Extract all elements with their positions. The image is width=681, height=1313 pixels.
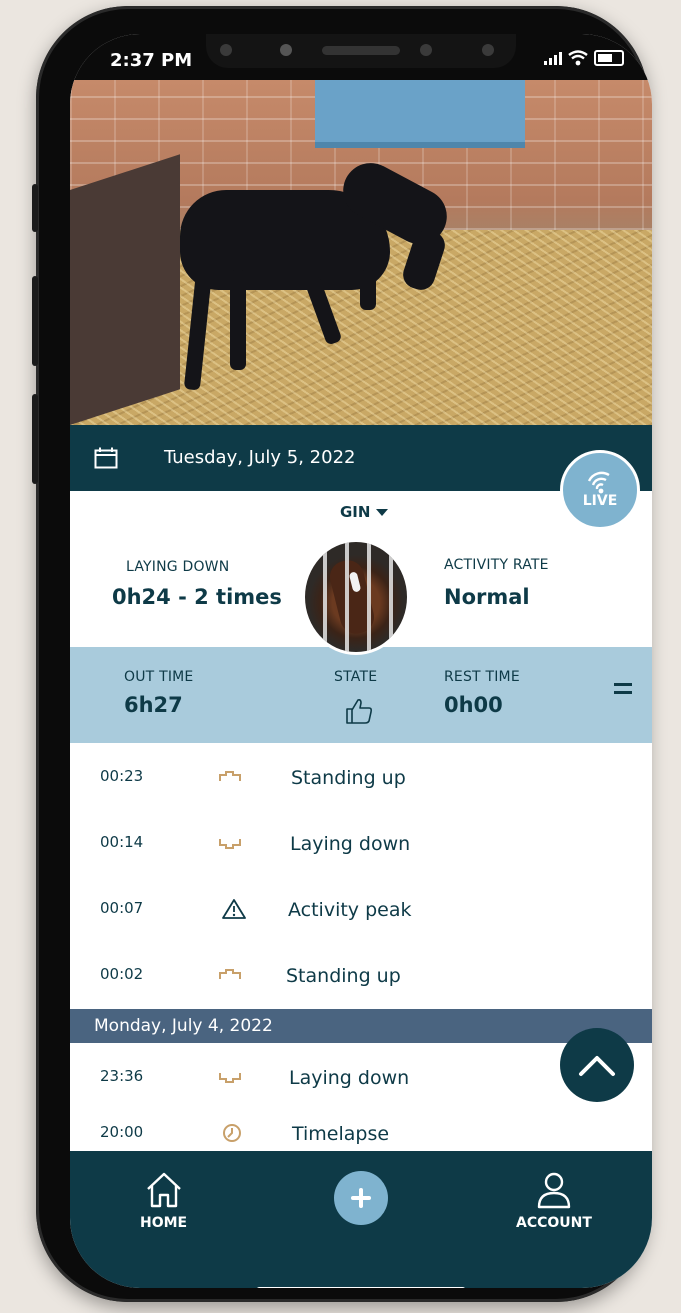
nav-account-label: ACCOUNT [516, 1215, 592, 1231]
event-time: 20:00 [100, 1123, 144, 1141]
event-label: Standing up [286, 965, 401, 987]
event-row[interactable]: 00:07 Activity peak [70, 875, 652, 941]
sensor-dot [220, 44, 232, 56]
stable-camera-feed[interactable] [70, 80, 652, 425]
activity-rate-label: ACTIVITY RATE [444, 557, 549, 573]
notch [206, 34, 516, 68]
speaker-grille [322, 46, 400, 55]
home-indicator[interactable] [256, 1287, 466, 1288]
out-time-value: 6h27 [124, 693, 183, 717]
volume-up-button [32, 276, 38, 366]
live-button[interactable]: LIVE [560, 450, 640, 530]
status-bar: 2:37 PM [70, 34, 652, 80]
stall-divider [70, 154, 180, 425]
live-label: LIVE [582, 493, 618, 509]
event-label: Standing up [291, 767, 406, 789]
laying-down-icon [219, 1073, 241, 1083]
laying-down-label: LAYING DOWN [126, 559, 230, 575]
plus-icon [351, 1188, 371, 1208]
status-time: 2:37 PM [110, 50, 193, 71]
event-row[interactable]: 00:23 Standing up [70, 743, 652, 809]
day-header: Monday, July 4, 2022 [70, 1009, 652, 1043]
nav-home-label: HOME [140, 1215, 188, 1231]
event-label: Laying down [289, 1067, 410, 1089]
out-time-label: OUT TIME [124, 669, 194, 685]
bottom-navigation: HOME ACCOUNT [70, 1151, 652, 1288]
caret-down-icon [376, 509, 389, 516]
event-label: Laying down [290, 833, 411, 855]
standing-up-icon [219, 969, 241, 979]
event-label: Activity peak [288, 899, 412, 921]
event-time: 00:14 [100, 833, 144, 851]
stats-band: OUT TIME 6h27 STATE REST TIME 0h00 [70, 647, 652, 743]
standing-up-icon [219, 771, 241, 781]
horse-selector[interactable]: GIN [340, 503, 389, 521]
horse-avatar[interactable] [302, 539, 410, 655]
event-row[interactable]: 00:14 Laying down [70, 809, 652, 875]
rest-time-label: REST TIME [444, 669, 520, 685]
nav-home[interactable]: HOME [140, 1171, 187, 1231]
event-row[interactable]: 00:02 Standing up [70, 941, 652, 1007]
horse-name: GIN [340, 503, 371, 521]
event-time: 00:23 [100, 767, 144, 785]
event-label: Timelapse [292, 1123, 390, 1145]
volume-down-button [32, 394, 38, 484]
battery-icon [594, 50, 624, 66]
add-button[interactable] [334, 1171, 388, 1225]
scroll-to-top-button[interactable] [560, 1028, 634, 1102]
home-icon [146, 1172, 181, 1208]
camera-dot [280, 44, 292, 56]
account-icon [537, 1172, 571, 1209]
event-time: 00:07 [100, 899, 144, 917]
warning-icon [222, 899, 246, 919]
stable-window [315, 80, 525, 148]
signal-icon [544, 51, 562, 65]
thumbs-up-icon [346, 699, 373, 724]
horse-leg [360, 270, 376, 310]
event-time: 23:36 [100, 1067, 144, 1085]
state-label: STATE [334, 669, 378, 685]
calendar-icon[interactable] [94, 447, 118, 469]
mute-switch [32, 184, 38, 232]
laying-down-icon [219, 839, 241, 849]
event-time: 00:02 [100, 965, 144, 983]
wifi-icon [568, 50, 588, 66]
sensor-dot [482, 44, 494, 56]
selected-date[interactable]: Tuesday, July 5, 2022 [164, 447, 355, 468]
status-icons [544, 50, 624, 66]
day-header-date: Monday, July 4, 2022 [94, 1016, 273, 1036]
rest-time-value: 0h00 [444, 693, 503, 717]
equal-trend-icon [614, 683, 632, 695]
chevron-up-icon [579, 1056, 615, 1076]
horse-leg [230, 270, 246, 370]
laying-down-value: 0h24 - 2 times [112, 585, 282, 609]
app-screen: 2:37 PM Tuesday, July 5, 2022 LIVE GIN L… [70, 34, 652, 1288]
stall-bars [305, 542, 407, 652]
events-list-today: 00:23 Standing up 00:14 Laying down 00:0… [70, 743, 652, 1025]
nav-account[interactable]: ACCOUNT [516, 1171, 592, 1231]
activity-rate-value: Normal [444, 585, 530, 609]
live-signal-icon [587, 471, 610, 494]
clock-icon [223, 1124, 241, 1142]
sensor-dot [420, 44, 432, 56]
